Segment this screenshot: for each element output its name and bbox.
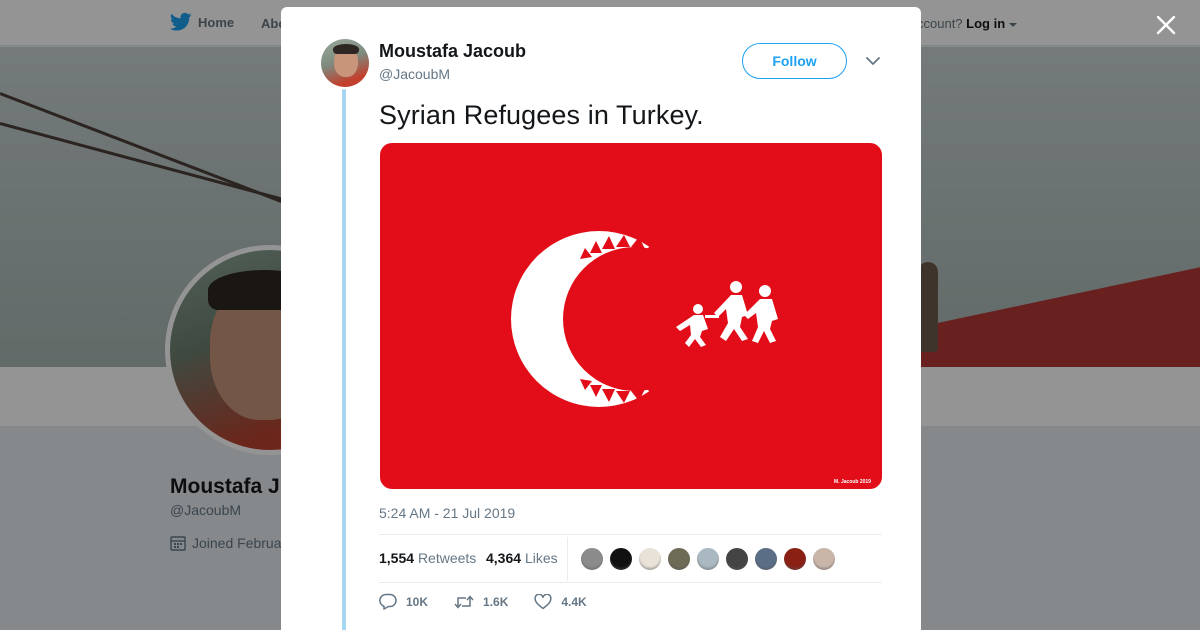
tweet-modal: Moustafa Jacoub @JacoubM Follow Syrian R…	[281, 7, 921, 630]
reply-action[interactable]: 10K	[379, 593, 428, 610]
follow-button[interactable]: Follow	[742, 43, 847, 79]
liker-avatar[interactable]	[754, 547, 778, 571]
stats-divider	[567, 537, 568, 581]
close-icon[interactable]	[1153, 12, 1179, 38]
like-action[interactable]: 4.4K	[534, 593, 587, 610]
author-handle[interactable]: @JacoubM	[379, 66, 450, 82]
divider	[379, 582, 882, 583]
likes-label: Likes	[524, 550, 558, 566]
thread-line	[342, 89, 346, 630]
retweet-action[interactable]: 1.6K	[454, 594, 508, 610]
chevron-down-icon[interactable]	[865, 54, 881, 68]
divider	[379, 534, 882, 535]
tweet-image[interactable]: M. Jacoub 2019	[380, 143, 882, 489]
image-credit: M. Jacoub 2019	[834, 479, 871, 485]
retweet-count: 1.6K	[483, 594, 509, 609]
crescent-refugees-illustration	[511, 231, 778, 407]
like-count: 4.4K	[561, 594, 587, 609]
liker-avatar[interactable]	[609, 547, 633, 571]
retweets-label: Retweets	[417, 550, 477, 566]
tweet-timestamp[interactable]: 5:24 AM - 21 Jul 2019	[379, 505, 515, 521]
liker-avatar[interactable]	[812, 547, 836, 571]
likes-count: 4,364	[486, 550, 522, 566]
tweet-text: Syrian Refugees in Turkey.	[379, 100, 704, 130]
likers-avatars	[580, 547, 836, 571]
heart-icon	[534, 593, 552, 609]
liker-avatar[interactable]	[667, 547, 691, 571]
liker-avatar[interactable]	[725, 547, 749, 571]
liker-avatar[interactable]	[580, 547, 604, 571]
liker-avatar[interactable]	[783, 547, 807, 571]
author-avatar[interactable]	[321, 39, 369, 87]
likes-stat[interactable]: 4,364 Likes	[486, 550, 558, 566]
reply-count: 10K	[406, 594, 429, 609]
retweets-stat[interactable]: 1,554 Retweets	[379, 550, 476, 566]
retweets-count: 1,554	[379, 550, 415, 566]
retweet-icon	[454, 594, 474, 609]
liker-avatar[interactable]	[696, 547, 720, 571]
author-name[interactable]: Moustafa Jacoub	[379, 41, 526, 62]
liker-avatar[interactable]	[638, 547, 662, 571]
tweet-actions: 10K 1.6K 4.4K	[379, 593, 613, 610]
reply-icon	[379, 593, 397, 610]
